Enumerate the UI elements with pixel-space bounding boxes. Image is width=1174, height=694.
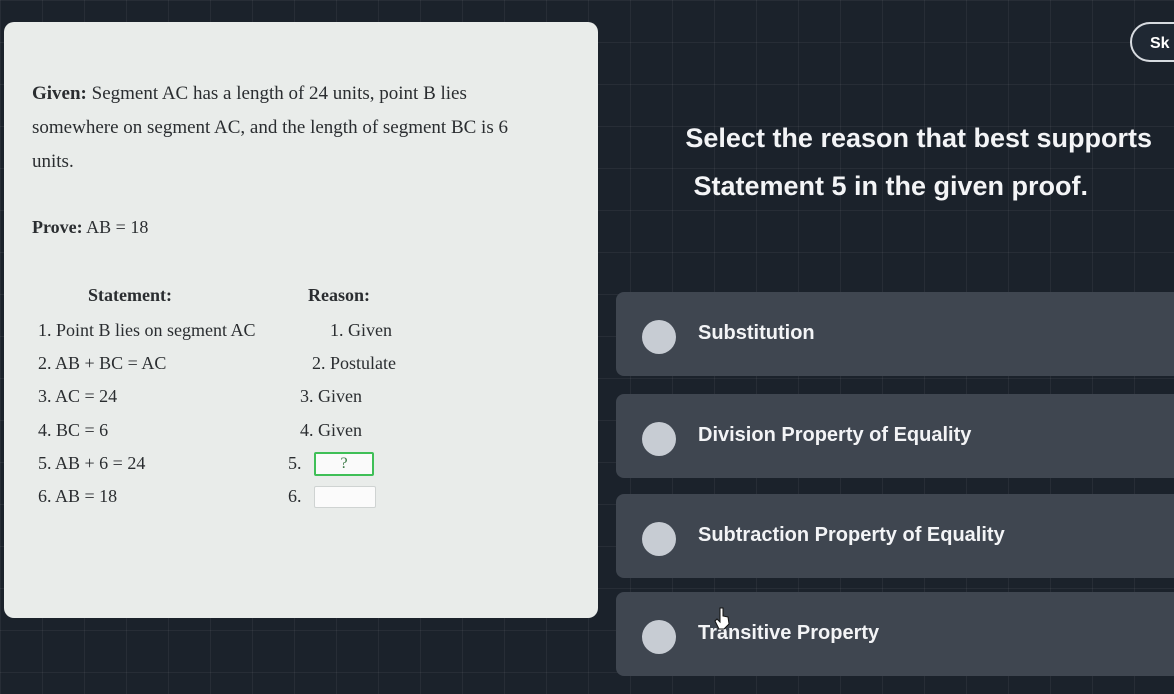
skip-button[interactable]: Sk [1130,22,1174,62]
question-line-2: Statement 5 in the given proof. [693,171,1088,201]
reason-5-answer-box: ? [314,452,374,476]
statement-4: 4. BC = 6 [38,420,109,440]
statement-6: 6. AB = 18 [38,486,118,506]
statement-3: 3. AC = 24 [38,386,118,406]
reason-header: Reason: [308,285,370,305]
question-line-1: Select the reason that best supports [685,123,1152,153]
option-substitution[interactable]: Substitution [616,292,1174,376]
given-label: Given: [32,83,87,104]
radio-icon[interactable] [642,620,676,654]
option-transitive-property[interactable]: Transitive Property [616,592,1174,676]
statement-5: 5. AB + 6 = 24 [38,453,146,473]
radio-icon[interactable] [642,522,676,556]
statement-header: Statement: [88,285,172,305]
reason-6-empty-box [314,486,376,508]
option-label: Division Property of Equality [698,424,972,446]
option-label: Substitution [698,322,815,344]
reason-6: 6. [288,486,302,506]
prove-text: AB = 18 [86,217,149,237]
reason-1: 1. Given [330,320,392,340]
statement-2: 2. AB + BC = AC [38,353,167,373]
hand-cursor-icon [714,607,730,630]
given-statement: Given: Segment AC has a length of 24 uni… [32,77,552,179]
question-prompt: Select the reason that best supports Sta… [592,114,1152,210]
reason-2: 2. Postulate [312,353,396,373]
option-subtraction-property[interactable]: Subtraction Property of Equality [616,494,1174,578]
proof-card: Given: Segment AC has a length of 24 uni… [4,22,598,618]
given-text: Segment AC has a length of 24 units, poi… [32,83,508,172]
reason-5: 5. [288,453,302,473]
reason-3: 3. Given [300,386,362,406]
option-label: Subtraction Property of Equality [698,524,1005,546]
radio-icon[interactable] [642,320,676,354]
option-division-property[interactable]: Division Property of Equality [616,394,1174,478]
prove-label: Prove: [32,217,83,237]
radio-icon[interactable] [642,422,676,456]
prove-statement: Prove: AB = 18 [32,217,148,238]
statement-1: 1. Point B lies on segment AC [38,320,256,340]
reason-4: 4. Given [300,420,362,440]
